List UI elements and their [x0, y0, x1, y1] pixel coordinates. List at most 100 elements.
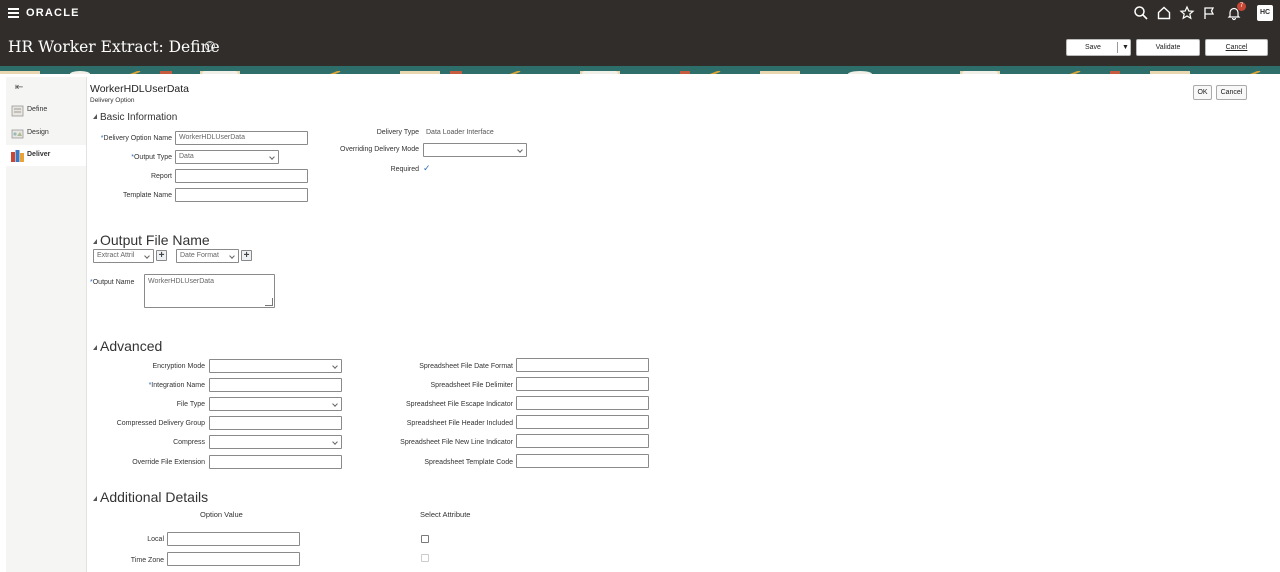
- template-name-input[interactable]: [175, 188, 308, 202]
- extract-attribute-select[interactable]: Extract Attril: [93, 249, 154, 263]
- search-icon[interactable]: [1133, 5, 1149, 21]
- date-format-select[interactable]: Date Format: [176, 249, 239, 263]
- spreadsheet-delimiter-input[interactable]: [516, 377, 649, 391]
- compressed-delivery-group-input[interactable]: [209, 416, 342, 430]
- help-icon[interactable]: ?: [205, 41, 215, 51]
- output-type-label: *Output Type: [131, 154, 172, 161]
- section-output-file-name[interactable]: Output File Name: [93, 232, 210, 248]
- compress-select[interactable]: [209, 435, 342, 449]
- section-title-text: Basic Information: [100, 112, 178, 123]
- encryption-mode-label: Encryption Mode: [152, 363, 205, 370]
- local-input[interactable]: [167, 532, 300, 546]
- delivery-option-heading: WorkerHDLUserData: [90, 83, 189, 95]
- left-nav: ⇤ Define Design Deliver: [6, 77, 87, 572]
- ok-button[interactable]: OK: [1193, 85, 1212, 100]
- section-additional-details[interactable]: Additional Details: [93, 489, 208, 505]
- menu-hamburger-icon[interactable]: [8, 8, 19, 18]
- output-name-textarea[interactable]: WorkerHDLUserData: [144, 274, 275, 308]
- file-type-select[interactable]: [209, 397, 342, 411]
- spreadsheet-escape-indicator-input[interactable]: [516, 396, 649, 410]
- delivery-option-name-input[interactable]: WorkerHDLUserData: [175, 131, 308, 145]
- design-icon: [11, 127, 24, 139]
- collapse-triangle-icon[interactable]: [93, 239, 97, 244]
- required-checkbox-checkmark-icon[interactable]: ✓: [423, 163, 431, 174]
- nav-item-design[interactable]: Design: [6, 123, 86, 144]
- spreadsheet-header-included-input[interactable]: [516, 415, 649, 429]
- nav-item-define[interactable]: Define: [6, 100, 86, 121]
- page-title: HR Worker Extract: Define: [8, 38, 220, 56]
- nav-item-deliver[interactable]: Deliver: [6, 145, 86, 166]
- time-zone-input[interactable]: [167, 552, 300, 566]
- notification-count-badge: 7: [1237, 2, 1246, 11]
- spreadsheet-date-format-label: Spreadsheet File Date Format: [419, 363, 513, 370]
- report-input[interactable]: [175, 169, 308, 183]
- collapse-panel-icon[interactable]: ⇤: [15, 82, 23, 93]
- page-header: HR Worker Extract: Define ? Save ▼ Valid…: [0, 26, 1280, 66]
- validate-button[interactable]: Validate: [1136, 39, 1200, 56]
- section-basic-information[interactable]: Basic Information: [93, 112, 177, 123]
- integration-name-label: *Integration Name: [148, 382, 205, 389]
- deliver-icon: [11, 149, 24, 162]
- output-type-select[interactable]: Data: [175, 150, 279, 164]
- overriding-delivery-mode-label: Overriding Delivery Mode: [340, 146, 419, 153]
- textarea-resize-handle[interactable]: [265, 298, 273, 306]
- time-zone-label: Time Zone: [130, 557, 164, 564]
- main-content: WorkerHDLUserData Delivery Option OK Can…: [88, 77, 1280, 572]
- spreadsheet-new-line-indicator-input[interactable]: [516, 434, 649, 448]
- define-icon: [11, 104, 24, 117]
- local-label: Local: [147, 536, 164, 543]
- spreadsheet-date-format-input[interactable]: [516, 358, 649, 372]
- spreadsheet-delimiter-label: Spreadsheet File Delimiter: [430, 382, 513, 389]
- save-button-label: Save: [1085, 44, 1101, 51]
- main-cancel-button[interactable]: Cancel: [1216, 85, 1247, 100]
- override-file-extension-label: Override File Extension: [132, 459, 205, 466]
- collapse-triangle-icon[interactable]: [93, 345, 97, 350]
- decorative-banner: [0, 66, 1280, 74]
- spreadsheet-header-included-label: Spreadsheet File Header Included: [406, 420, 513, 427]
- time-zone-select-attribute-checkbox: [421, 554, 429, 562]
- delivery-option-name-label: *Delivery Option Name: [100, 135, 172, 142]
- save-button[interactable]: Save ▼: [1066, 39, 1131, 56]
- select-attribute-column-header: Select Attribute: [420, 510, 471, 519]
- save-split-divider: [1117, 42, 1118, 53]
- nav-label-design: Design: [27, 129, 49, 136]
- compress-label: Compress: [173, 439, 205, 446]
- section-title-text: Advanced: [100, 338, 163, 354]
- overriding-delivery-mode-select[interactable]: [423, 143, 527, 157]
- flag-icon[interactable]: [1201, 5, 1217, 21]
- add-date-format-button[interactable]: [241, 250, 252, 261]
- compressed-delivery-group-label: Compressed Delivery Group: [116, 420, 205, 427]
- option-value-column-header: Option Value: [200, 510, 243, 519]
- spreadsheet-new-line-indicator-label: Spreadsheet File New Line Indicator: [400, 439, 513, 446]
- output-name-label: *Output Name: [90, 279, 135, 286]
- template-name-label: Template Name: [122, 192, 172, 199]
- nav-label-deliver: Deliver: [27, 151, 51, 158]
- encryption-mode-select[interactable]: [209, 359, 342, 373]
- spreadsheet-template-code-input[interactable]: [516, 454, 649, 468]
- collapse-triangle-icon[interactable]: [93, 496, 97, 501]
- spreadsheet-escape-indicator-label: Spreadsheet File Escape Indicator: [405, 401, 513, 408]
- spreadsheet-template-code-label: Spreadsheet Template Code: [424, 459, 513, 466]
- favorites-star-icon[interactable]: [1179, 5, 1195, 21]
- override-file-extension-input[interactable]: [209, 455, 342, 469]
- required-label: Required: [390, 166, 419, 173]
- report-label: Report: [150, 173, 172, 180]
- integration-name-input[interactable]: [209, 378, 342, 392]
- home-icon[interactable]: [1156, 5, 1172, 21]
- cancel-button[interactable]: Cancel: [1205, 39, 1268, 56]
- local-select-attribute-checkbox[interactable]: [421, 535, 429, 543]
- global-header: ORACLE 7 HC: [0, 0, 1280, 26]
- delivery-option-subheading: Delivery Option: [90, 97, 135, 104]
- notifications-bell-icon[interactable]: 7: [1226, 2, 1246, 21]
- oracle-logo[interactable]: ORACLE: [26, 7, 80, 19]
- delivery-type-value: Data Loader Interface: [426, 129, 494, 136]
- section-title-text: Output File Name: [100, 232, 210, 248]
- delivery-type-label: Delivery Type: [376, 129, 419, 136]
- save-dropdown-icon[interactable]: ▼: [1122, 40, 1129, 55]
- user-avatar[interactable]: HC: [1257, 5, 1273, 21]
- section-advanced[interactable]: Advanced: [93, 338, 162, 354]
- add-extract-attribute-button[interactable]: [156, 250, 167, 261]
- nav-label-define: Define: [27, 106, 48, 113]
- file-type-label: File Type: [176, 401, 205, 408]
- collapse-triangle-icon[interactable]: [93, 114, 97, 119]
